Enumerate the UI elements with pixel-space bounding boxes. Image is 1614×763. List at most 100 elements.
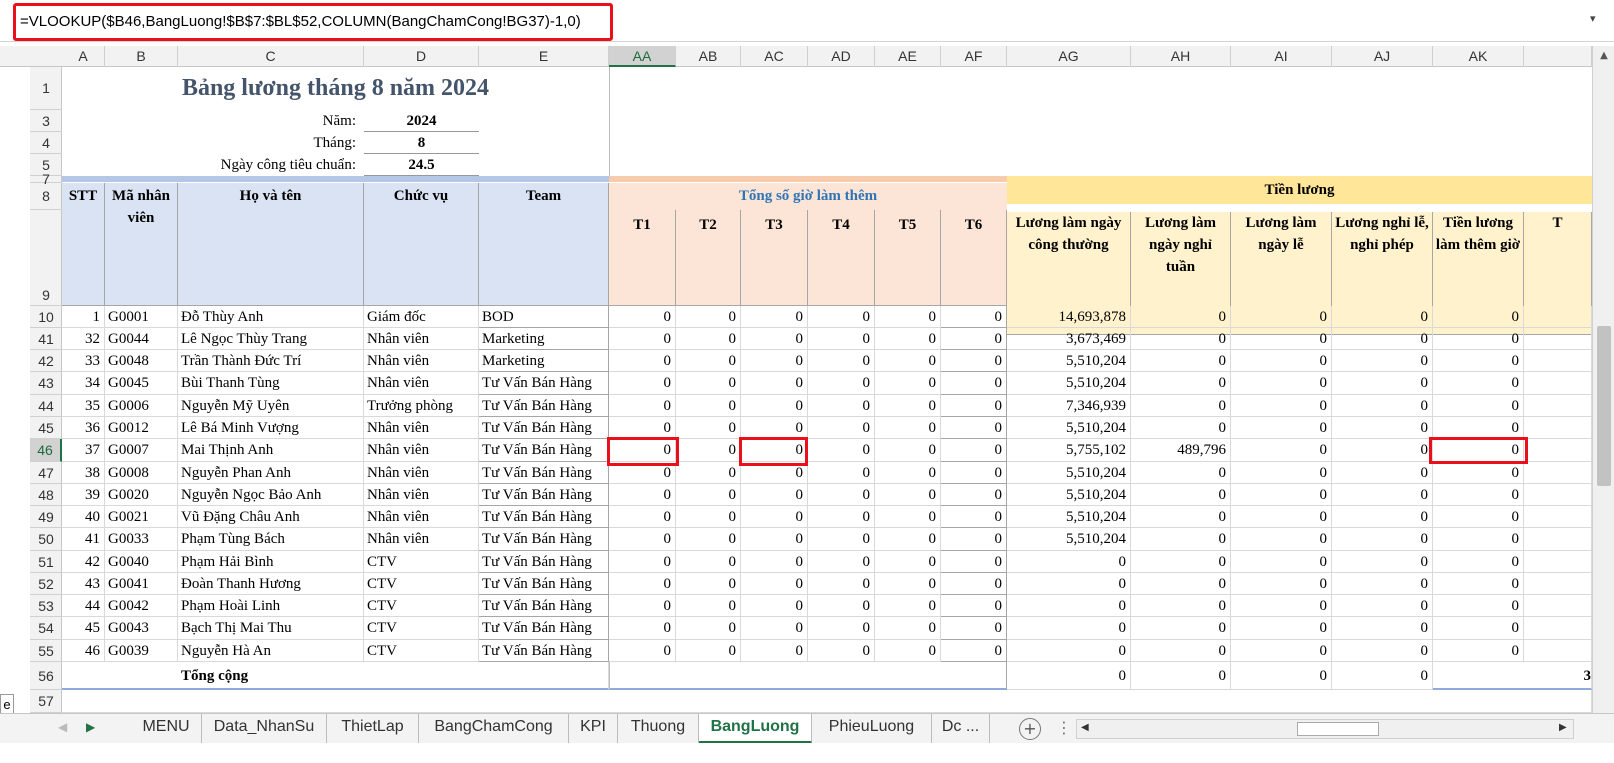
cell-t6-37[interactable]: 0 xyxy=(941,439,1007,462)
cell-ag-41[interactable]: 5,510,204 xyxy=(1007,528,1131,551)
cell-ah-37[interactable]: 489,796 xyxy=(1131,439,1231,462)
cell-ma-45[interactable]: G0043 xyxy=(105,617,178,640)
cell-stt-1[interactable]: 1 xyxy=(62,306,105,328)
column-header-ah[interactable]: AH xyxy=(1131,46,1231,67)
cell-t2-1[interactable]: 0 xyxy=(676,306,741,328)
cell-cv-41[interactable]: Nhân viên xyxy=(364,528,479,551)
worksheet-grid[interactable]: Bảng lương tháng 8 năm 2024 Năm: 2024 Tháng… xyxy=(62,67,1592,713)
cell-t6-38[interactable]: 0 xyxy=(941,462,1007,484)
cell-ma-36[interactable]: G0012 xyxy=(105,417,178,439)
column-header-a[interactable]: A xyxy=(62,46,105,67)
cell-ai-36[interactable]: 0 xyxy=(1231,417,1332,439)
row-header-44[interactable]: 44 xyxy=(30,395,62,417)
cell-ag-38[interactable]: 5,510,204 xyxy=(1007,462,1131,484)
header-t4[interactable]: T4 xyxy=(808,210,875,306)
column-header-next[interactable] xyxy=(1524,46,1592,67)
cell-t1-34[interactable]: 0 xyxy=(609,372,676,395)
cell-ai-43[interactable]: 0 xyxy=(1231,573,1332,595)
cell-ak-45[interactable]: 0 xyxy=(1433,617,1524,640)
cell-t2-32[interactable]: 0 xyxy=(676,328,741,350)
cell-aj-38[interactable]: 0 xyxy=(1332,462,1433,484)
scroll-right-arrow[interactable]: ▶ xyxy=(1559,722,1567,733)
cell-al-41[interactable] xyxy=(1524,528,1592,551)
cell-t5-41[interactable]: 0 xyxy=(875,528,941,551)
cell-t6-45[interactable]: 0 xyxy=(941,617,1007,640)
header-ho-ten[interactable]: Họ và tên xyxy=(178,183,364,306)
header-t5[interactable]: T5 xyxy=(875,210,941,306)
cell-ai-42[interactable]: 0 xyxy=(1231,551,1332,573)
sheet-tab-phieuluong[interactable]: PhieuLuong xyxy=(812,714,932,744)
cell-t3-45[interactable]: 0 xyxy=(741,617,808,640)
vertical-scrollbar[interactable]: ▲ xyxy=(1592,46,1614,713)
cell-aj-43[interactable]: 0 xyxy=(1332,573,1433,595)
cell-cv-37[interactable]: Nhân viên xyxy=(364,439,479,462)
cell-stt-32[interactable]: 32 xyxy=(62,328,105,350)
row-header-45[interactable]: 45 xyxy=(30,417,62,439)
cell-ag-1[interactable]: 14,693,878 xyxy=(1007,306,1131,328)
h-scroll-thumb[interactable] xyxy=(1297,722,1379,736)
cell-cv-44[interactable]: CTV xyxy=(364,595,479,617)
chevron-down-icon[interactable]: ▾ xyxy=(1590,12,1604,28)
cell-ah-1[interactable]: 0 xyxy=(1131,306,1231,328)
cell-t4-43[interactable]: 0 xyxy=(808,573,875,595)
cell-t5-45[interactable]: 0 xyxy=(875,617,941,640)
cell-ten-33[interactable]: Trần Thành Đức Trí xyxy=(178,350,364,372)
cell-t6-46[interactable]: 0 xyxy=(941,640,1007,662)
cell-t4-44[interactable]: 0 xyxy=(808,595,875,617)
cell-al-33[interactable] xyxy=(1524,350,1592,372)
cell-t6-44[interactable]: 0 xyxy=(941,595,1007,617)
cell-ten-43[interactable]: Đoàn Thanh Hương xyxy=(178,573,364,595)
cell-t5-35[interactable]: 0 xyxy=(875,395,941,417)
header-team[interactable]: Team xyxy=(479,183,609,306)
cell-ten-39[interactable]: Nguyễn Ngọc Bảo Anh xyxy=(178,484,364,506)
cell-t4-34[interactable]: 0 xyxy=(808,372,875,395)
cell-ma-41[interactable]: G0033 xyxy=(105,528,178,551)
cell-ai-45[interactable]: 0 xyxy=(1231,617,1332,640)
cell-t2-38[interactable]: 0 xyxy=(676,462,741,484)
cell-team-43[interactable]: Tư Vấn Bán Hàng xyxy=(479,573,609,595)
cell-t6-1[interactable]: 0 xyxy=(941,306,1007,328)
cell-t2-39[interactable]: 0 xyxy=(676,484,741,506)
header-t6[interactable]: T6 xyxy=(941,210,1007,306)
cell-aj-40[interactable]: 0 xyxy=(1332,506,1433,528)
row-header-57[interactable]: 57 xyxy=(30,690,62,713)
cell-ag-33[interactable]: 5,510,204 xyxy=(1007,350,1131,372)
cell-team-45[interactable]: Tư Vấn Bán Hàng xyxy=(479,617,609,640)
cell-t1-43[interactable]: 0 xyxy=(609,573,676,595)
total-aj[interactable]: 0 xyxy=(1332,662,1433,690)
cell-ag-45[interactable]: 0 xyxy=(1007,617,1131,640)
row-header-46[interactable]: 46 xyxy=(30,439,62,462)
plus-circle-icon[interactable]: + xyxy=(1019,718,1041,740)
cell-team-34[interactable]: Tư Vấn Bán Hàng xyxy=(479,372,609,395)
cell-ah-40[interactable]: 0 xyxy=(1131,506,1231,528)
cell-cv-39[interactable]: Nhân viên xyxy=(364,484,479,506)
cell-ag-32[interactable]: 3,673,469 xyxy=(1007,328,1131,350)
total-ai[interactable]: 0 xyxy=(1231,662,1332,690)
row-header-50[interactable]: 50 xyxy=(30,528,62,551)
cell-stt-45[interactable]: 45 xyxy=(62,617,105,640)
total-ak[interactable]: 3 xyxy=(1433,662,1592,690)
cell-t5-40[interactable]: 0 xyxy=(875,506,941,528)
workdays-value[interactable]: 24.5 xyxy=(364,154,479,176)
cell-ag-34[interactable]: 5,510,204 xyxy=(1007,372,1131,395)
cell-cv-34[interactable]: Nhân viên xyxy=(364,372,479,395)
cell-al-40[interactable] xyxy=(1524,506,1592,528)
cell-al-39[interactable] xyxy=(1524,484,1592,506)
year-label[interactable]: Năm: xyxy=(178,110,364,132)
cell-t6-34[interactable]: 0 xyxy=(941,372,1007,395)
cell-ag-39[interactable]: 5,510,204 xyxy=(1007,484,1131,506)
cell-ai-38[interactable]: 0 xyxy=(1231,462,1332,484)
row-header-41[interactable]: 41 xyxy=(30,328,62,350)
cell-t2-46[interactable]: 0 xyxy=(676,640,741,662)
sheet-tab-bangchamcong[interactable]: BangChamCong xyxy=(419,714,569,744)
header-t2[interactable]: T2 xyxy=(676,210,741,306)
cell-t6-43[interactable]: 0 xyxy=(941,573,1007,595)
cell-ag-46[interactable]: 0 xyxy=(1007,640,1131,662)
cell-t4-33[interactable]: 0 xyxy=(808,350,875,372)
cell-aj-42[interactable]: 0 xyxy=(1332,551,1433,573)
cell-t1-42[interactable]: 0 xyxy=(609,551,676,573)
cell-cv-45[interactable]: CTV xyxy=(364,617,479,640)
cell-ai-41[interactable]: 0 xyxy=(1231,528,1332,551)
cell-stt-39[interactable]: 39 xyxy=(62,484,105,506)
cell-ten-42[interactable]: Phạm Hải Bình xyxy=(178,551,364,573)
